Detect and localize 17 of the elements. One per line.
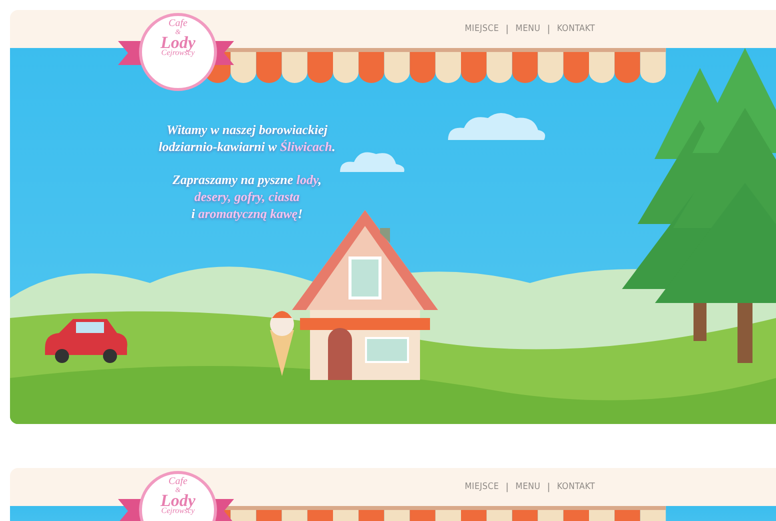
nav-separator: | bbox=[547, 482, 550, 492]
nav-separator: | bbox=[547, 24, 550, 34]
cloud bbox=[340, 152, 404, 172]
nav-separator: | bbox=[506, 482, 509, 492]
welcome-text: i aromatyczną kawę! bbox=[191, 205, 303, 222]
nav-link[interactable]: MENU bbox=[516, 482, 540, 492]
nav-link[interactable]: MIEJSCE bbox=[464, 24, 499, 34]
nav-link[interactable]: MENU bbox=[516, 24, 540, 34]
welcome-text: Witamy w naszej borowiackiej bbox=[166, 121, 328, 138]
nav-link[interactable]: MIEJSCE bbox=[464, 482, 499, 492]
welcome-text: desery, gofry, ciasta bbox=[194, 188, 300, 205]
nav-link[interactable]: KONTAKT bbox=[557, 482, 595, 492]
nav-link[interactable]: KONTAKT bbox=[557, 24, 595, 34]
nav-separator: | bbox=[506, 24, 509, 34]
welcome-text: Zapraszamy na pyszne lody, bbox=[172, 171, 322, 188]
welcome-text: lodziarnio-kawiarni w Śliwicach. bbox=[158, 138, 336, 155]
ice-cream-cone bbox=[270, 311, 294, 376]
